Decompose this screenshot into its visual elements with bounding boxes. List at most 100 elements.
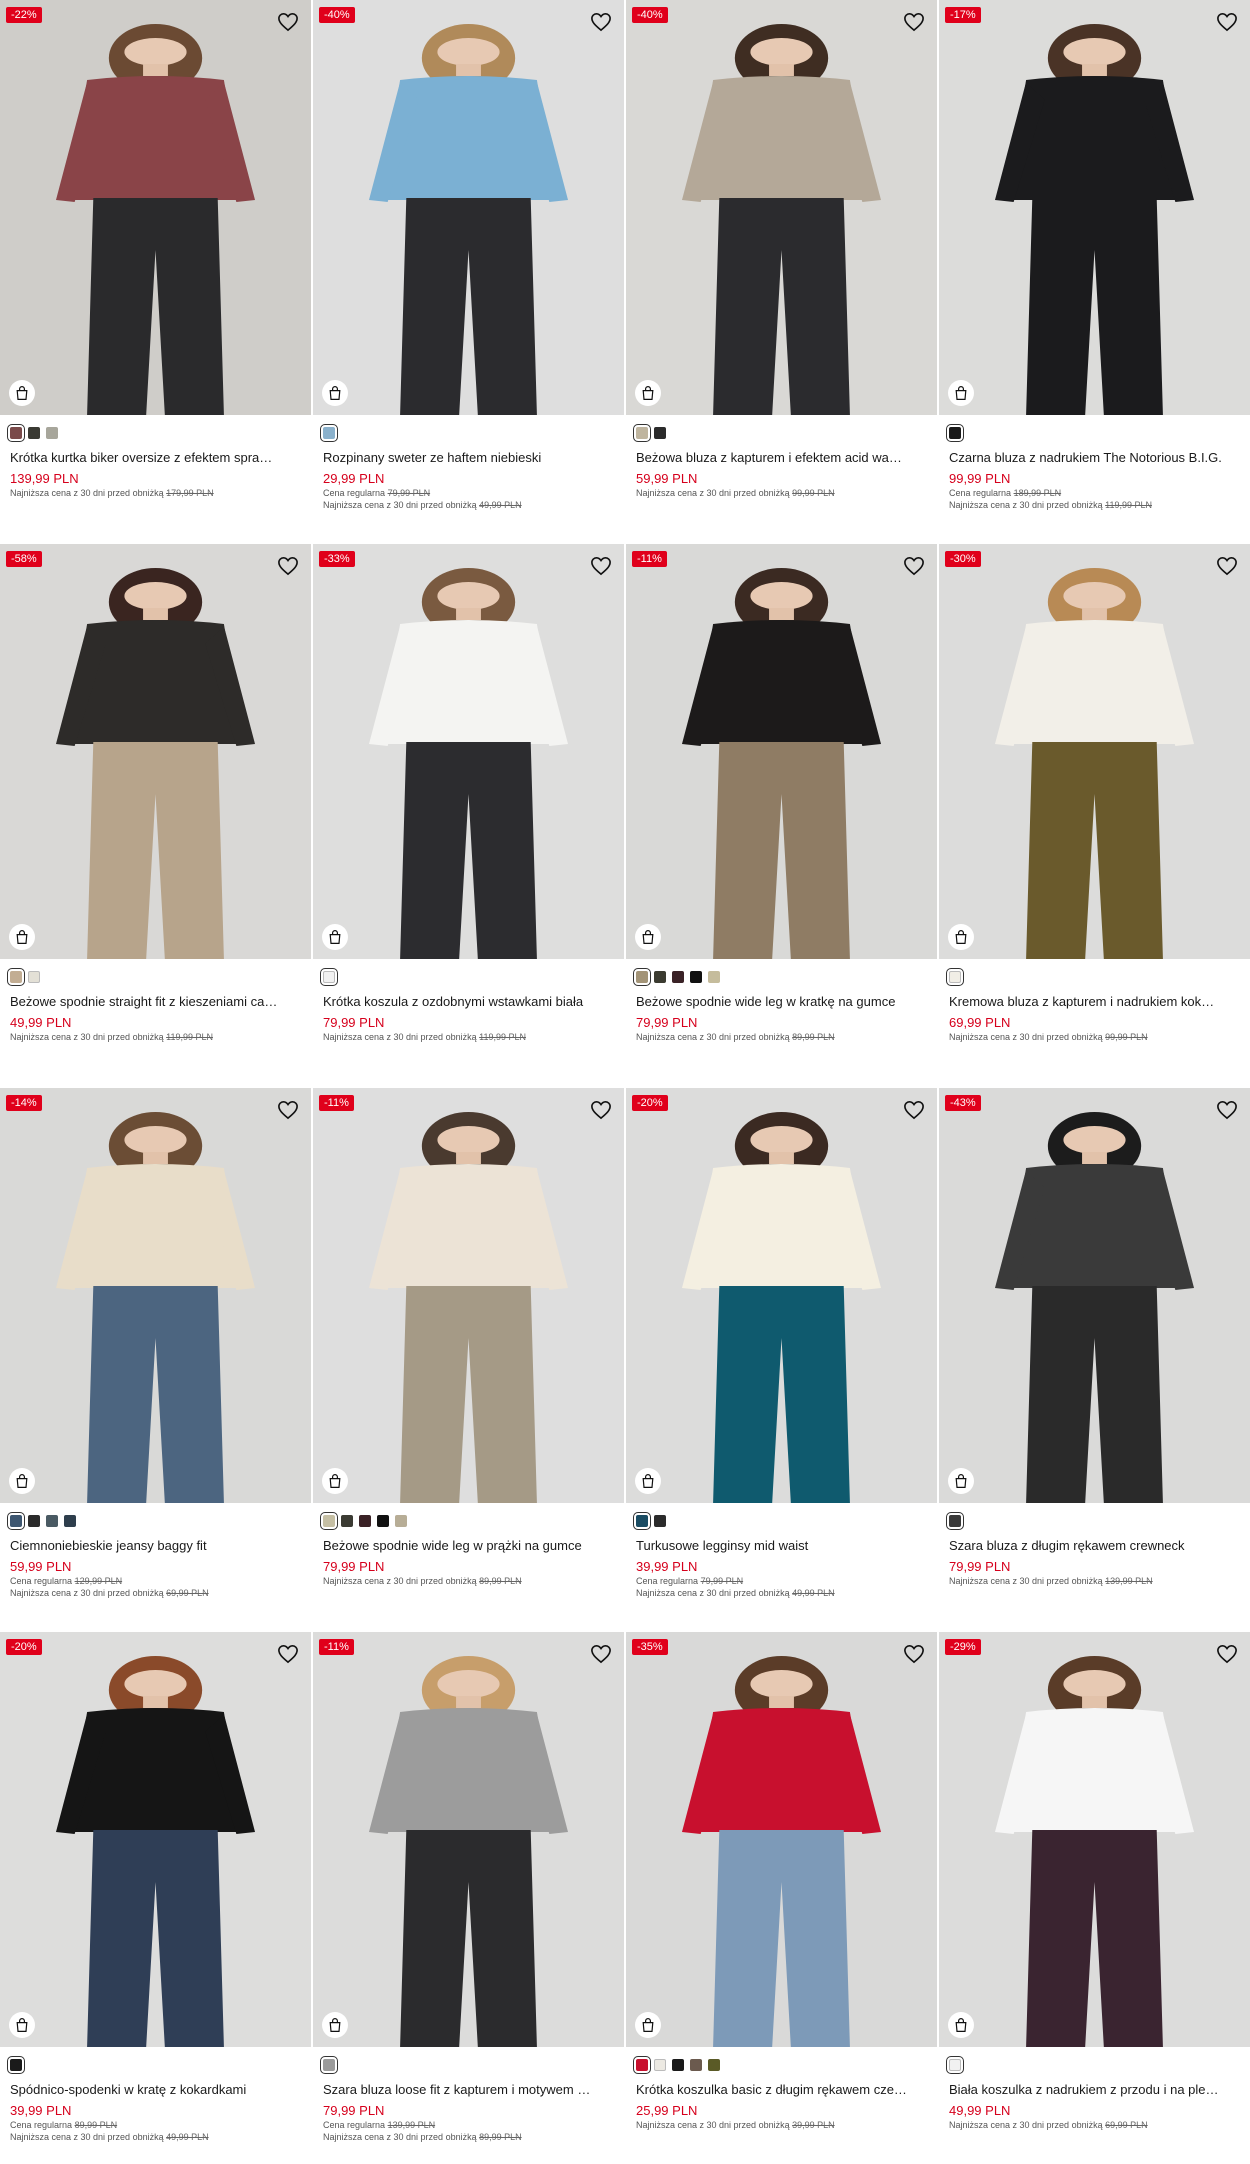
color-swatch[interactable]: [654, 971, 666, 983]
color-swatch[interactable]: [672, 971, 684, 983]
product-card[interactable]: -20% Spódnico-spodenki w kratę z kokardka…: [0, 1632, 311, 2164]
product-name[interactable]: Turkusowe legginsy mid waist: [636, 1537, 927, 1555]
product-card[interactable]: -11% Beżowe spodnie wide leg w prążki na …: [313, 1088, 624, 1632]
product-card[interactable]: -40% Beżowa bluza z kapturem i efektem ac…: [626, 0, 937, 544]
product-card[interactable]: -22% Krótka kurtka biker oversize z efekt…: [0, 0, 311, 544]
color-swatch[interactable]: [633, 1512, 651, 1530]
product-card[interactable]: -43% Szara bluza z długim rękawem crewnec…: [939, 1088, 1250, 1632]
shopping-bag-icon[interactable]: [9, 1468, 35, 1494]
heart-icon[interactable]: [277, 1100, 299, 1120]
shopping-bag-icon[interactable]: [948, 1468, 974, 1494]
color-swatch[interactable]: [708, 971, 720, 983]
product-name[interactable]: Ciemnoniebieskie jeansy baggy fit: [10, 1537, 301, 1555]
color-swatch[interactable]: [7, 1512, 25, 1530]
heart-icon[interactable]: [277, 12, 299, 32]
color-swatch[interactable]: [654, 427, 666, 439]
heart-icon[interactable]: [1216, 12, 1238, 32]
product-card[interactable]: -40% Rozpinany sweter ze haftem niebieski…: [313, 0, 624, 544]
color-swatch[interactable]: [708, 2059, 720, 2071]
shopping-bag-icon[interactable]: [948, 2012, 974, 2038]
color-swatch[interactable]: [46, 427, 58, 439]
product-name[interactable]: Beżowe spodnie straight fit z kieszeniam…: [10, 993, 301, 1011]
color-swatch[interactable]: [7, 968, 25, 986]
product-image[interactable]: -22%: [0, 0, 311, 415]
product-image[interactable]: -11%: [313, 1088, 624, 1503]
color-swatch[interactable]: [320, 968, 338, 986]
product-card[interactable]: -14% Ciemnoniebieskie jeansy baggy fit 59,…: [0, 1088, 311, 1632]
shopping-bag-icon[interactable]: [9, 924, 35, 950]
heart-icon[interactable]: [1216, 1100, 1238, 1120]
color-swatch[interactable]: [46, 1515, 58, 1527]
product-image[interactable]: -14%: [0, 1088, 311, 1503]
color-swatch[interactable]: [359, 1515, 371, 1527]
shopping-bag-icon[interactable]: [322, 380, 348, 406]
heart-icon[interactable]: [1216, 556, 1238, 576]
color-swatch[interactable]: [633, 968, 651, 986]
heart-icon[interactable]: [903, 1644, 925, 1664]
product-image[interactable]: -20%: [0, 1632, 311, 2047]
color-swatch[interactable]: [28, 427, 40, 439]
color-swatch[interactable]: [341, 1515, 353, 1527]
product-image[interactable]: -17%: [939, 0, 1250, 415]
shopping-bag-icon[interactable]: [635, 380, 661, 406]
product-name[interactable]: Beżowe spodnie wide leg w kratkę na gumc…: [636, 993, 927, 1011]
color-swatch[interactable]: [320, 1512, 338, 1530]
color-swatch[interactable]: [672, 2059, 684, 2071]
heart-icon[interactable]: [277, 556, 299, 576]
color-swatch[interactable]: [654, 2059, 666, 2071]
heart-icon[interactable]: [903, 12, 925, 32]
product-card[interactable]: -11% Szara bluza loose fit z kapturem i m…: [313, 1632, 624, 2164]
product-name[interactable]: Kremowa bluza z kapturem i nadrukiem kok…: [949, 993, 1240, 1011]
color-swatch[interactable]: [28, 1515, 40, 1527]
heart-icon[interactable]: [903, 1100, 925, 1120]
product-image[interactable]: -29%: [939, 1632, 1250, 2047]
color-swatch[interactable]: [320, 424, 338, 442]
color-swatch[interactable]: [654, 1515, 666, 1527]
product-name[interactable]: Krótka koszula z ozdobnymi wstawkami bia…: [323, 993, 614, 1011]
product-image[interactable]: -20%: [626, 1088, 937, 1503]
product-image[interactable]: -11%: [626, 544, 937, 959]
color-swatch[interactable]: [633, 424, 651, 442]
shopping-bag-icon[interactable]: [948, 380, 974, 406]
product-name[interactable]: Krótka kurtka biker oversize z efektem s…: [10, 449, 301, 467]
product-image[interactable]: -40%: [626, 0, 937, 415]
product-image[interactable]: -35%: [626, 1632, 937, 2047]
shopping-bag-icon[interactable]: [635, 1468, 661, 1494]
shopping-bag-icon[interactable]: [322, 924, 348, 950]
product-name[interactable]: Szara bluza z długim rękawem crewneck: [949, 1537, 1240, 1555]
product-image[interactable]: -33%: [313, 544, 624, 959]
heart-icon[interactable]: [590, 556, 612, 576]
shopping-bag-icon[interactable]: [635, 924, 661, 950]
color-swatch[interactable]: [64, 1515, 76, 1527]
heart-icon[interactable]: [590, 12, 612, 32]
color-swatch[interactable]: [690, 2059, 702, 2071]
shopping-bag-icon[interactable]: [635, 2012, 661, 2038]
color-swatch[interactable]: [28, 971, 40, 983]
color-swatch[interactable]: [395, 1515, 407, 1527]
heart-icon[interactable]: [903, 556, 925, 576]
color-swatch[interactable]: [7, 2056, 25, 2074]
product-card[interactable]: -20% Turkusowe legginsy mid waist 39,99 PL…: [626, 1088, 937, 1632]
color-swatch[interactable]: [946, 2056, 964, 2074]
shopping-bag-icon[interactable]: [322, 1468, 348, 1494]
heart-icon[interactable]: [590, 1644, 612, 1664]
heart-icon[interactable]: [277, 1644, 299, 1664]
product-card[interactable]: -29% Biała koszulka z nadrukiem z przodu …: [939, 1632, 1250, 2164]
product-card[interactable]: -33% Krótka koszula z ozdobnymi wstawkami…: [313, 544, 624, 1088]
color-swatch[interactable]: [633, 2056, 651, 2074]
product-card[interactable]: -35% Krótka koszulka basic z długim rękaw…: [626, 1632, 937, 2164]
product-card[interactable]: -30% Kremowa bluza z kapturem i nadrukiem…: [939, 544, 1250, 1088]
product-image[interactable]: -58%: [0, 544, 311, 959]
shopping-bag-icon[interactable]: [9, 380, 35, 406]
color-swatch[interactable]: [7, 424, 25, 442]
shopping-bag-icon[interactable]: [948, 924, 974, 950]
product-card[interactable]: -58% Beżowe spodnie straight fit z kiesze…: [0, 544, 311, 1088]
product-card[interactable]: -17% Czarna bluza z nadrukiem The Notorio…: [939, 0, 1250, 544]
product-name[interactable]: Rozpinany sweter ze haftem niebieski: [323, 449, 614, 467]
heart-icon[interactable]: [590, 1100, 612, 1120]
shopping-bag-icon[interactable]: [9, 2012, 35, 2038]
color-swatch[interactable]: [690, 971, 702, 983]
color-swatch[interactable]: [946, 968, 964, 986]
product-image[interactable]: -40%: [313, 0, 624, 415]
product-name[interactable]: Beżowe spodnie wide leg w prążki na gumc…: [323, 1537, 614, 1555]
